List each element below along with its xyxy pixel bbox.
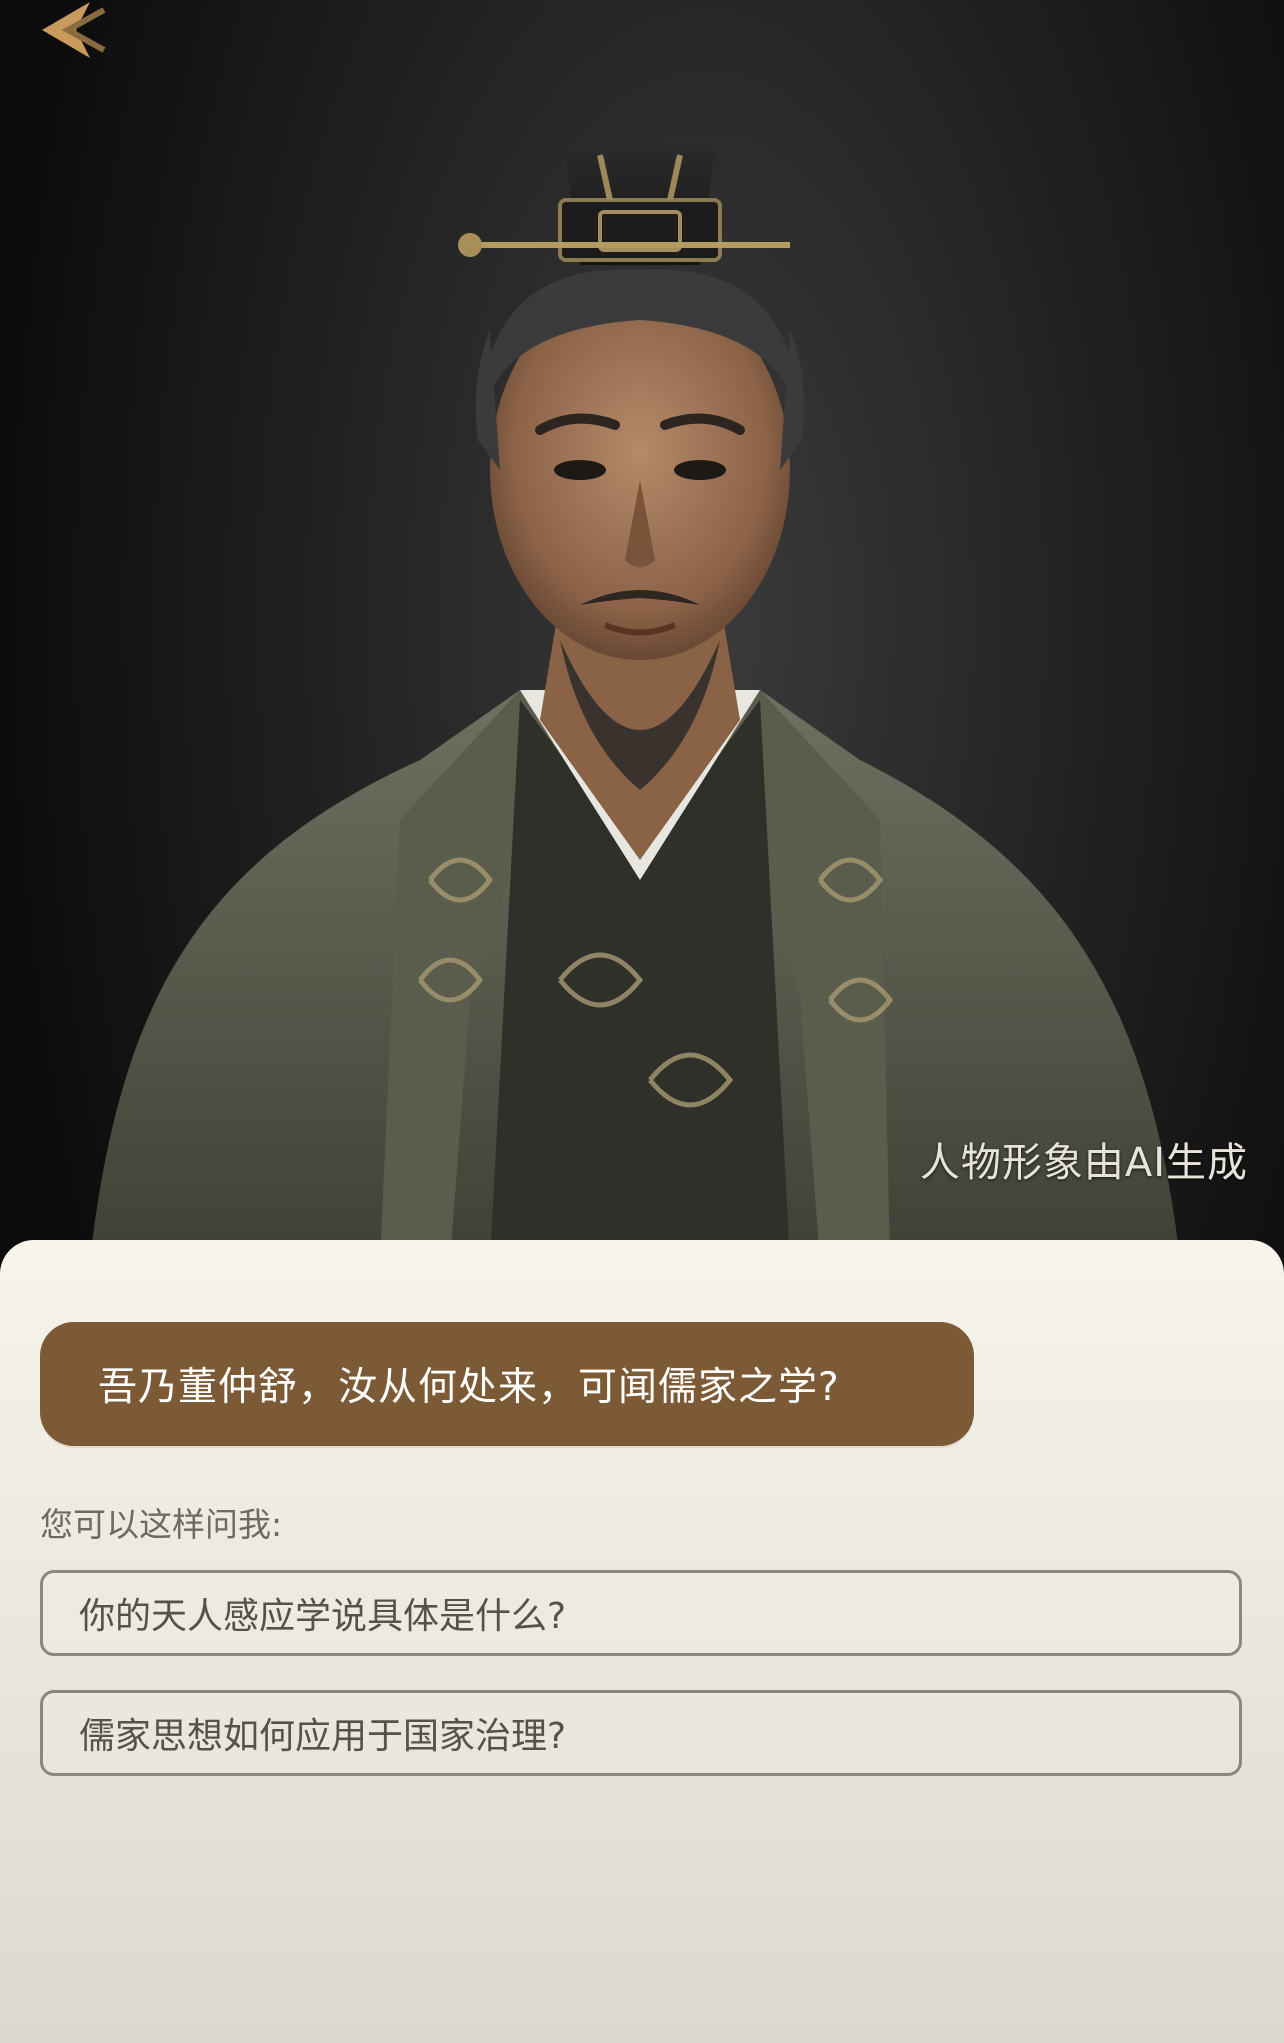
suggested-question-1[interactable]: 你的天人感应学说具体是什么?: [40, 1570, 1242, 1656]
suggestion-hint: 您可以这样问我:: [40, 1505, 283, 1544]
ai-generated-caption: 人物形象由AI生成: [919, 1140, 1248, 1186]
character-portrait: [90, 150, 1180, 1260]
chat-panel: 吾乃董仲舒，汝从何处来，可闻儒家之学? 您可以这样问我: 你的天人感应学说具体是…: [0, 1240, 1284, 2043]
suggested-question-2[interactable]: 儒家思想如何应用于国家治理?: [40, 1690, 1242, 1776]
chat-screen: 人物形象由AI生成 吾乃董仲舒，汝从何处来，可闻儒家之学? 您可以这样问我: 你…: [0, 0, 1284, 2043]
back-arrow-icon: [42, 2, 106, 58]
character-message-text: 吾乃董仲舒，汝从何处来，可闻儒家之学?: [98, 1365, 840, 1410]
back-button[interactable]: [20, 0, 110, 70]
character-message-bubble: 吾乃董仲舒，汝从何处来，可闻儒家之学?: [40, 1322, 974, 1446]
